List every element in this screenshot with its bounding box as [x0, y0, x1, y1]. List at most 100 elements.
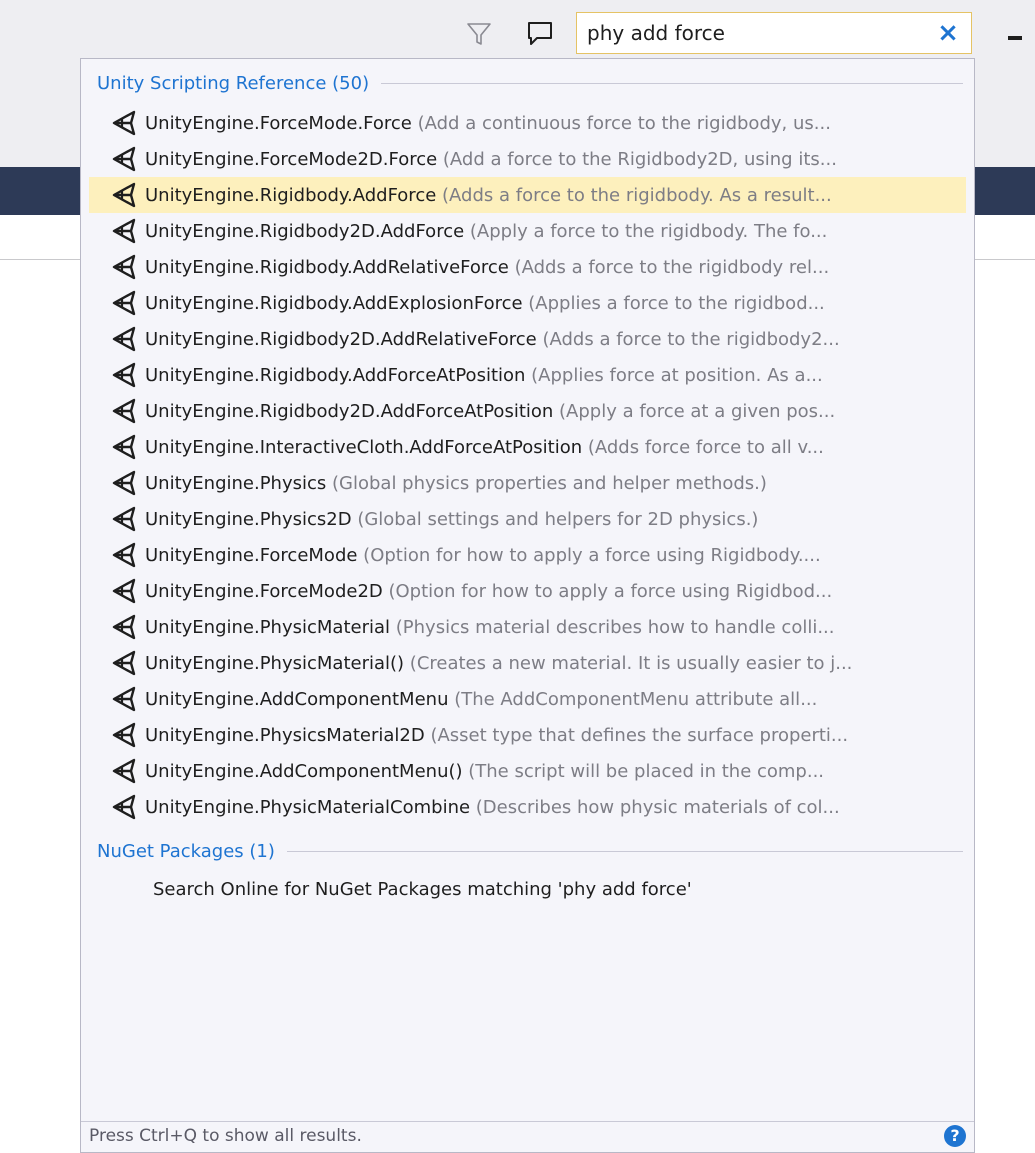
result-description: (Adds a force to the rigidbody2...	[536, 328, 840, 350]
result-name: UnityEngine.ForceMode2D.Force	[145, 148, 438, 170]
unity-icon	[112, 362, 136, 388]
result-text: UnityEngine.ForceMode2D.Force (Add a for…	[145, 149, 837, 170]
unity-icon	[112, 542, 136, 568]
unity-icon	[112, 326, 136, 352]
result-text: UnityEngine.Rigidbody.AddExplosionForce …	[145, 293, 825, 314]
group-label: NuGet Packages (1)	[97, 840, 275, 862]
unity-icon	[112, 218, 136, 244]
result-item[interactable]: UnityEngine.Physics2D (Global settings a…	[89, 501, 966, 537]
unity-icon	[112, 614, 136, 640]
result-item[interactable]: UnityEngine.InteractiveCloth.AddForceAtP…	[89, 429, 966, 465]
result-description: (Applies force at position. As a...	[525, 364, 823, 386]
result-name: UnityEngine.PhysicMaterialCombine	[145, 796, 471, 818]
group-label: Unity Scripting Reference (50)	[97, 72, 370, 94]
result-text: UnityEngine.ForceMode2D (Option for how …	[145, 581, 832, 602]
result-item[interactable]: UnityEngine.AddComponentMenu (The AddCom…	[89, 681, 966, 717]
unity-icon	[112, 758, 136, 784]
result-name: UnityEngine.Rigidbody2D.AddForce	[145, 220, 465, 242]
nuget-search-label: Search Online for NuGet Packages matchin…	[153, 878, 692, 900]
result-text: UnityEngine.Rigidbody.AddForce (Adds a f…	[145, 185, 832, 206]
result-item[interactable]: UnityEngine.Rigidbody.AddExplosionForce …	[89, 285, 966, 321]
unity-icon	[112, 722, 136, 748]
result-item[interactable]: UnityEngine.ForceMode.Force (Add a conti…	[89, 105, 966, 141]
result-item[interactable]: UnityEngine.AddComponentMenu() (The scri…	[89, 753, 966, 789]
result-description: (Option for how to apply a force using R…	[382, 580, 833, 602]
feedback-icon[interactable]	[525, 20, 555, 48]
footer-hint: Press Ctrl+Q to show all results.	[89, 1126, 362, 1146]
result-item[interactable]: UnityEngine.ForceMode2D (Option for how …	[89, 573, 966, 609]
group-divider	[381, 82, 963, 84]
result-name: UnityEngine.Rigidbody2D.AddRelativeForce	[145, 328, 537, 350]
result-name: UnityEngine.PhysicMaterial	[145, 616, 391, 638]
group-header-unity: Unity Scripting Reference (50)	[97, 67, 963, 99]
result-text: UnityEngine.Rigidbody.AddRelativeForce (…	[145, 257, 829, 278]
result-name: UnityEngine.Rigidbody.AddForceAtPosition	[145, 364, 526, 386]
group-divider	[286, 850, 963, 852]
result-item[interactable]: UnityEngine.PhysicMaterial() (Creates a …	[89, 645, 966, 681]
unity-icon	[112, 146, 136, 172]
result-name: UnityEngine.Physics	[145, 472, 327, 494]
result-text: UnityEngine.PhysicMaterial (Physics mate…	[145, 617, 835, 638]
search-box[interactable]: ×	[576, 12, 972, 54]
search-input[interactable]	[587, 17, 927, 49]
result-name: UnityEngine.ForceMode	[145, 544, 358, 566]
result-text: UnityEngine.Rigidbody2D.AddRelativeForce…	[145, 329, 840, 350]
result-item[interactable]: UnityEngine.ForceMode2D.Force (Add a for…	[89, 141, 966, 177]
dropdown-footer: Press Ctrl+Q to show all results. ?	[81, 1121, 974, 1152]
unity-icon	[112, 290, 136, 316]
result-text: UnityEngine.Rigidbody.AddForceAtPosition…	[145, 365, 823, 386]
result-item[interactable]: UnityEngine.Rigidbody.AddForce (Adds a f…	[89, 177, 966, 213]
result-name: UnityEngine.InteractiveCloth.AddForceAtP…	[145, 436, 583, 458]
result-text: UnityEngine.PhysicsMaterial2D (Asset typ…	[145, 725, 848, 746]
result-item[interactable]: UnityEngine.Rigidbody2D.AddRelativeForce…	[89, 321, 966, 357]
result-text: UnityEngine.AddComponentMenu() (The scri…	[145, 761, 824, 782]
result-description: (Applies a force to the rigidbod...	[522, 292, 825, 314]
unity-icon	[112, 182, 136, 208]
result-text: UnityEngine.Physics2D (Global settings a…	[145, 509, 758, 530]
unity-icon	[112, 650, 136, 676]
nuget-search-item[interactable]: Search Online for NuGet Packages matchin…	[89, 871, 966, 907]
result-text: UnityEngine.InteractiveCloth.AddForceAtP…	[145, 437, 824, 458]
unity-icon	[112, 110, 136, 136]
result-name: UnityEngine.PhysicsMaterial2D	[145, 724, 425, 746]
result-item[interactable]: UnityEngine.PhysicsMaterial2D (Asset typ…	[89, 717, 966, 753]
result-description: (Apply a force to the rigidbody. The fo.…	[464, 220, 828, 242]
result-item[interactable]: UnityEngine.PhysicMaterial (Physics mate…	[89, 609, 966, 645]
result-name: UnityEngine.AddComponentMenu	[145, 688, 449, 710]
group-header-nuget: NuGet Packages (1)	[97, 835, 963, 867]
result-text: UnityEngine.Physics (Global physics prop…	[145, 473, 767, 494]
result-item[interactable]: UnityEngine.Rigidbody.AddRelativeForce (…	[89, 249, 966, 285]
result-description: (Describes how physic materials of col..…	[470, 796, 840, 818]
help-icon[interactable]: ?	[944, 1125, 966, 1147]
result-description: (Option for how to apply a force using R…	[357, 544, 821, 566]
result-name: UnityEngine.Rigidbody.AddRelativeForce	[145, 256, 509, 278]
unity-icon	[112, 434, 136, 460]
unity-icon	[112, 254, 136, 280]
result-item[interactable]: UnityEngine.PhysicMaterialCombine (Descr…	[89, 789, 966, 825]
result-description: (Add a force to the Rigidbody2D, using i…	[437, 148, 837, 170]
unity-icon	[112, 686, 136, 712]
result-text: UnityEngine.PhysicMaterial() (Creates a …	[145, 653, 852, 674]
result-name: UnityEngine.Rigidbody2D.AddForceAtPositi…	[145, 400, 554, 422]
clear-search-icon[interactable]: ×	[933, 17, 963, 49]
result-name: UnityEngine.Rigidbody.AddExplosionForce	[145, 292, 523, 314]
result-item[interactable]: UnityEngine.ForceMode (Option for how to…	[89, 537, 966, 573]
result-name: UnityEngine.ForceMode.Force	[145, 112, 412, 134]
unity-icon	[112, 506, 136, 532]
result-description: (The AddComponentMenu attribute all...	[448, 688, 818, 710]
result-item[interactable]: UnityEngine.Rigidbody2D.AddForceAtPositi…	[89, 393, 966, 429]
unity-icon	[112, 470, 136, 496]
minimize-icon[interactable]	[1008, 36, 1022, 40]
result-description: (Global physics properties and helper me…	[326, 472, 767, 494]
result-name: UnityEngine.Rigidbody.AddForce	[145, 184, 437, 206]
result-description: (Asset type that defines the surface pro…	[424, 724, 849, 746]
result-description: (Creates a new material. It is usually e…	[404, 652, 853, 674]
result-item[interactable]: UnityEngine.Rigidbody2D.AddForce (Apply …	[89, 213, 966, 249]
result-item[interactable]: UnityEngine.Physics (Global physics prop…	[89, 465, 966, 501]
filter-icon[interactable]	[466, 21, 492, 47]
unity-icon	[112, 578, 136, 604]
result-item[interactable]: UnityEngine.Rigidbody.AddForceAtPosition…	[89, 357, 966, 393]
result-name: UnityEngine.AddComponentMenu()	[145, 760, 463, 782]
result-description: (The script will be placed in the comp..…	[462, 760, 825, 782]
result-name: UnityEngine.ForceMode2D	[145, 580, 383, 602]
